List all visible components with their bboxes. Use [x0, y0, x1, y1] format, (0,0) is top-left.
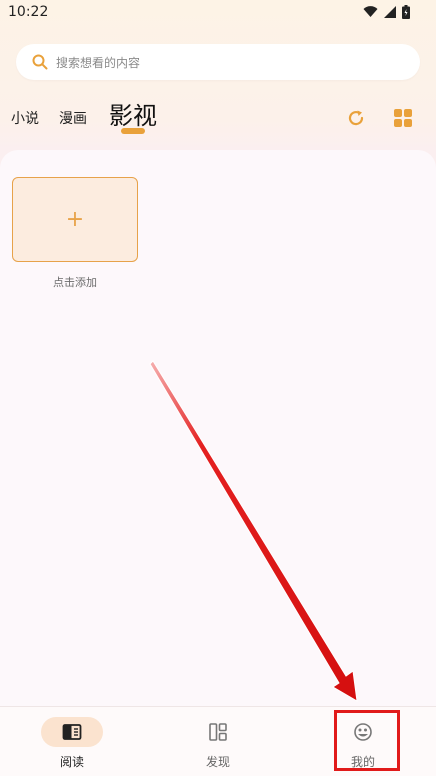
status-time: 10:22 — [8, 4, 49, 20]
status-bar: 10:22 — [0, 0, 436, 24]
search-placeholder: 搜索想看的内容 — [56, 56, 141, 70]
wifi-icon — [363, 6, 378, 17]
read-icon — [62, 724, 82, 740]
bookshelf-content: + 点击添加 — [0, 150, 436, 706]
nav-discover[interactable]: 发现 — [173, 707, 263, 776]
add-item-label: 点击添加 — [53, 276, 97, 289]
annotation-highlight-box — [334, 710, 400, 771]
nav-discover-label: 发现 — [205, 755, 230, 769]
discover-icon — [209, 723, 227, 741]
battery-icon — [402, 5, 410, 19]
nav-read[interactable]: 阅读 — [27, 707, 117, 776]
search-input[interactable]: 搜索想看的内容 — [16, 44, 420, 80]
add-item-button[interactable]: + — [12, 177, 138, 262]
grid-view-icon[interactable] — [393, 108, 413, 128]
tab-novel[interactable]: 小说 — [11, 108, 39, 128]
refresh-icon[interactable] — [346, 108, 366, 128]
signal-icon — [384, 6, 396, 18]
tab-comic[interactable]: 漫画 — [59, 108, 87, 128]
active-tab-indicator — [121, 128, 145, 134]
status-icons — [363, 5, 410, 19]
search-icon — [32, 54, 48, 70]
plus-icon: + — [65, 207, 85, 232]
nav-read-label: 阅读 — [59, 755, 84, 769]
tab-video[interactable]: 影视 — [109, 96, 157, 131]
